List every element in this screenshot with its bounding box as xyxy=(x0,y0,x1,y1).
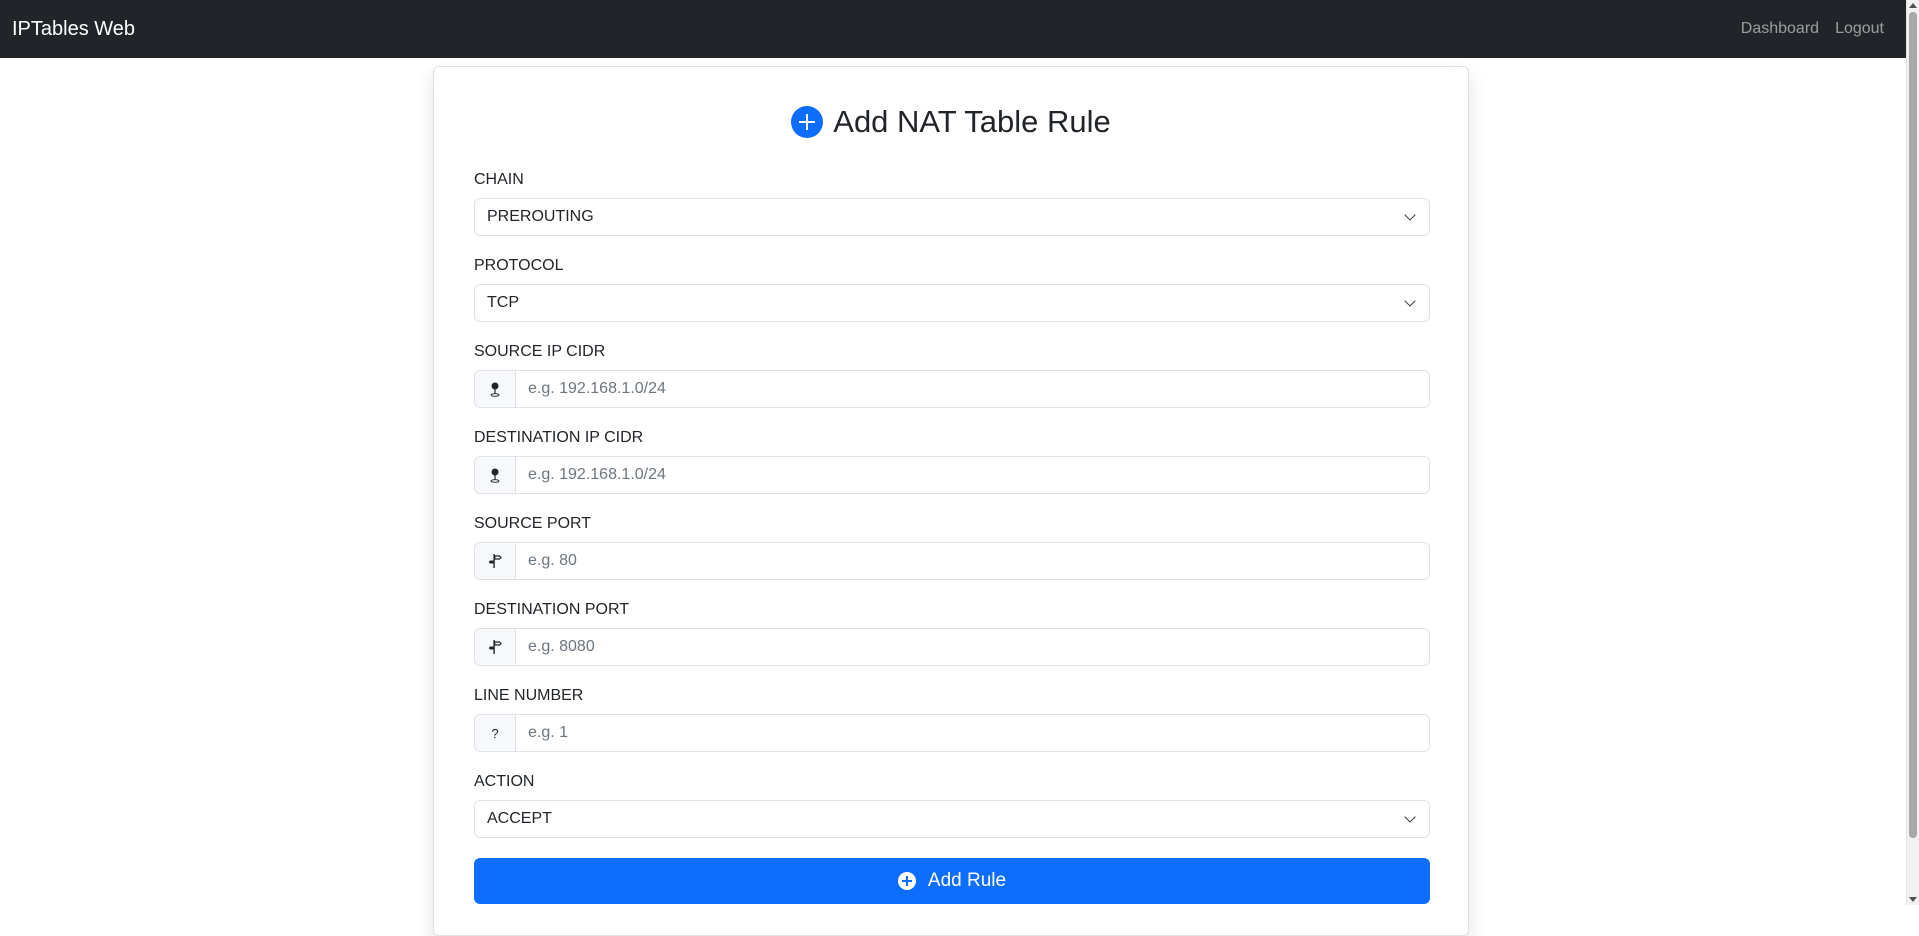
plus-circle-icon xyxy=(791,106,824,138)
vertical-scrollbar[interactable] xyxy=(1906,0,1919,905)
chevron-down-icon xyxy=(1404,295,1416,307)
scroll-up-arrow-icon[interactable] xyxy=(1909,3,1917,8)
add-rule-button-label: Add Rule xyxy=(927,870,1007,891)
line-number-field: LINE NUMBER ? xyxy=(474,687,1430,752)
page-title: Add NAT Table Rule xyxy=(833,104,1111,139)
destination-port-label: DESTINATION PORT xyxy=(474,601,629,618)
destination-port-input[interactable] xyxy=(515,628,1430,666)
geo-pin-icon xyxy=(474,456,515,494)
line-number-input-group: ? xyxy=(474,714,1430,752)
action-label: ACTION xyxy=(474,773,535,790)
scroll-thumb[interactable] xyxy=(1909,12,1917,838)
destination-port-field: DESTINATION PORT xyxy=(474,601,1430,666)
destination-ip-field: DESTINATION IP CIDR xyxy=(474,429,1430,494)
destination-ip-label: DESTINATION IP CIDR xyxy=(474,429,644,446)
chain-field: CHAIN PREROUTING xyxy=(474,171,1430,236)
source-port-input[interactable] xyxy=(515,542,1430,580)
line-number-input[interactable] xyxy=(515,714,1430,752)
protocol-select[interactable]: TCP xyxy=(474,284,1430,322)
source-port-label: SOURCE PORT xyxy=(474,515,592,532)
source-ip-field: SOURCE IP CIDR xyxy=(474,343,1430,408)
protocol-select-value: TCP xyxy=(487,294,519,311)
chevron-down-icon xyxy=(1404,209,1416,221)
action-select[interactable]: ACCEPT xyxy=(474,800,1430,838)
destination-port-input-group xyxy=(474,628,1430,666)
destination-ip-input-group xyxy=(474,456,1430,494)
chain-label: CHAIN xyxy=(474,171,524,188)
protocol-field: PROTOCOL TCP xyxy=(474,257,1430,322)
navbar: IPTables Web Dashboard Logout xyxy=(0,0,1906,58)
scroll-down-arrow-icon[interactable] xyxy=(1909,897,1917,902)
line-number-label: LINE NUMBER xyxy=(474,687,584,704)
geo-pin-icon xyxy=(474,370,515,408)
source-port-field: SOURCE PORT xyxy=(474,515,1430,580)
source-port-input-group xyxy=(474,542,1430,580)
nav-links: Dashboard Logout xyxy=(1741,20,1884,38)
action-select-value: ACCEPT xyxy=(487,810,552,827)
source-ip-label: SOURCE IP CIDR xyxy=(474,343,606,360)
add-rule-button[interactable]: Add Rule xyxy=(474,858,1430,904)
protocol-label: PROTOCOL xyxy=(474,257,564,274)
brand-link[interactable]: IPTables Web xyxy=(12,18,135,41)
question-mark-icon: ? xyxy=(474,714,515,752)
card-title: Add NAT Table Rule xyxy=(434,104,1468,140)
signpost-icon xyxy=(474,628,515,666)
plus-circle-icon xyxy=(897,872,916,890)
signpost-icon xyxy=(474,542,515,580)
action-field: ACTION ACCEPT xyxy=(474,773,1430,838)
source-ip-input-group xyxy=(474,370,1430,408)
chain-select[interactable]: PREROUTING xyxy=(474,198,1430,236)
nav-link-logout[interactable]: Logout xyxy=(1835,20,1884,38)
chain-select-value: PREROUTING xyxy=(487,208,594,225)
destination-ip-input[interactable] xyxy=(515,456,1430,494)
chevron-down-icon xyxy=(1404,811,1416,823)
add-rule-card: Add NAT Table Rule CHAIN PREROUTING PROT… xyxy=(433,66,1469,936)
nav-link-dashboard[interactable]: Dashboard xyxy=(1741,20,1819,38)
source-ip-input[interactable] xyxy=(515,370,1430,408)
